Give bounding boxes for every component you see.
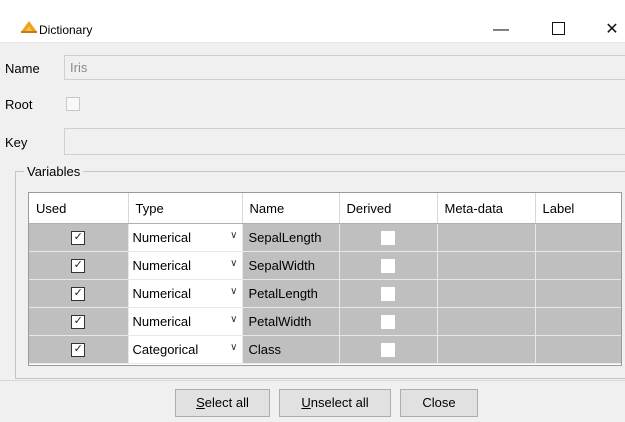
column-header-used[interactable]: Used bbox=[29, 193, 129, 224]
label-cell bbox=[535, 251, 621, 280]
unselect-all-mnemonic: U bbox=[301, 395, 311, 410]
check-icon: ✓ bbox=[73, 343, 83, 356]
derived-checkbox bbox=[381, 259, 395, 274]
title-bar: Dictionary — ✕ bbox=[0, 0, 625, 43]
label-cell bbox=[535, 335, 621, 364]
key-label: Key bbox=[5, 135, 28, 150]
column-header-derived[interactable]: Derived bbox=[339, 193, 438, 224]
button-bar: Select all Unselect all Close bbox=[0, 380, 625, 422]
column-header-label[interactable]: Label bbox=[535, 193, 621, 224]
name-cell: Class bbox=[242, 335, 340, 364]
chevron-down-icon: ∨ bbox=[230, 342, 238, 353]
table-row: ✓ Numerical ∨ SepalWidth bbox=[29, 251, 621, 280]
close-icon: ✕ bbox=[605, 21, 619, 38]
root-checkbox[interactable] bbox=[66, 97, 80, 111]
derived-checkbox bbox=[381, 315, 395, 330]
dictionary-app-icon bbox=[21, 21, 37, 33]
name-cell: SepalLength bbox=[242, 223, 340, 252]
used-cell[interactable]: ✓ bbox=[29, 251, 129, 280]
check-icon: ✓ bbox=[73, 315, 83, 328]
label-cell bbox=[535, 279, 621, 308]
key-field[interactable] bbox=[64, 128, 625, 155]
type-dropdown[interactable]: Numerical ∨ bbox=[128, 279, 243, 308]
name-field[interactable]: Iris bbox=[64, 55, 625, 80]
select-all-mnemonic: S bbox=[196, 395, 205, 410]
derived-cell bbox=[339, 251, 438, 280]
meta-data-cell bbox=[437, 307, 536, 336]
used-checkbox[interactable]: ✓ bbox=[71, 231, 86, 246]
derived-cell bbox=[339, 279, 438, 308]
table-row: ✓ Numerical ∨ PetalLength bbox=[29, 279, 621, 308]
minimize-button[interactable]: — bbox=[478, 12, 524, 42]
type-dropdown[interactable]: Numerical ∨ bbox=[128, 223, 243, 252]
maximize-icon bbox=[551, 22, 565, 36]
derived-checkbox bbox=[381, 287, 395, 302]
used-checkbox[interactable]: ✓ bbox=[71, 259, 86, 274]
used-cell[interactable]: ✓ bbox=[29, 279, 129, 308]
chevron-down-icon: ∨ bbox=[230, 230, 238, 241]
derived-checkbox bbox=[381, 343, 395, 358]
name-cell: SepalWidth bbox=[242, 251, 340, 280]
unselect-all-label: nselect all bbox=[310, 395, 369, 410]
variables-table: Used Type Name Derived Meta-data Label ✓… bbox=[28, 192, 622, 366]
select-all-button[interactable]: Select all bbox=[175, 389, 270, 417]
column-header-name[interactable]: Name bbox=[242, 193, 340, 224]
root-label: Root bbox=[5, 97, 33, 112]
meta-data-cell bbox=[437, 251, 536, 280]
type-value: Categorical bbox=[132, 342, 199, 357]
used-cell[interactable]: ✓ bbox=[29, 307, 129, 336]
table-row: ✓ Numerical ∨ SepalLength bbox=[29, 223, 621, 252]
column-header-type[interactable]: Type bbox=[128, 193, 243, 224]
type-value: Numerical bbox=[132, 314, 192, 329]
check-icon: ✓ bbox=[73, 259, 83, 272]
table-row: ✓ Categorical ∨ Class bbox=[29, 335, 621, 364]
used-checkbox[interactable]: ✓ bbox=[71, 287, 86, 302]
chevron-down-icon: ∨ bbox=[230, 286, 238, 297]
table-header-row: Used Type Name Derived Meta-data Label bbox=[29, 193, 621, 224]
close-button[interactable]: Close bbox=[400, 389, 478, 417]
type-dropdown[interactable]: Numerical ∨ bbox=[128, 251, 243, 280]
used-checkbox[interactable]: ✓ bbox=[71, 343, 86, 358]
maximize-button[interactable] bbox=[535, 12, 581, 42]
chevron-down-icon: ∨ bbox=[230, 314, 238, 325]
select-all-label: elect all bbox=[204, 395, 249, 410]
derived-cell bbox=[339, 223, 438, 252]
name-cell: PetalWidth bbox=[242, 307, 340, 336]
derived-cell bbox=[339, 335, 438, 364]
chevron-down-icon: ∨ bbox=[230, 258, 238, 269]
used-checkbox[interactable]: ✓ bbox=[71, 315, 86, 330]
type-dropdown[interactable]: Numerical ∨ bbox=[128, 307, 243, 336]
derived-checkbox bbox=[381, 231, 395, 246]
window-title: Dictionary bbox=[39, 23, 93, 37]
close-window-button[interactable]: ✕ bbox=[589, 12, 625, 42]
meta-data-cell bbox=[437, 279, 536, 308]
used-cell[interactable]: ✓ bbox=[29, 335, 129, 364]
label-cell bbox=[535, 223, 621, 252]
used-cell[interactable]: ✓ bbox=[29, 223, 129, 252]
name-label: Name bbox=[5, 61, 40, 76]
name-cell: PetalLength bbox=[242, 279, 340, 308]
type-dropdown[interactable]: Categorical ∨ bbox=[128, 335, 243, 364]
meta-data-cell bbox=[437, 223, 536, 252]
meta-data-cell bbox=[437, 335, 536, 364]
dialog-content: Name Iris Root Key Variables Used Type N… bbox=[0, 43, 625, 422]
check-icon: ✓ bbox=[73, 231, 83, 244]
unselect-all-button[interactable]: Unselect all bbox=[279, 389, 391, 417]
table-row: ✓ Numerical ∨ PetalWidth bbox=[29, 307, 621, 336]
minimize-icon: — bbox=[493, 21, 509, 38]
check-icon: ✓ bbox=[73, 287, 83, 300]
type-value: Numerical bbox=[132, 258, 192, 273]
variables-legend: Variables bbox=[24, 164, 84, 179]
type-value: Numerical bbox=[132, 286, 192, 301]
derived-cell bbox=[339, 307, 438, 336]
label-cell bbox=[535, 307, 621, 336]
column-header-meta-data[interactable]: Meta-data bbox=[437, 193, 536, 224]
type-value: Numerical bbox=[132, 230, 192, 245]
